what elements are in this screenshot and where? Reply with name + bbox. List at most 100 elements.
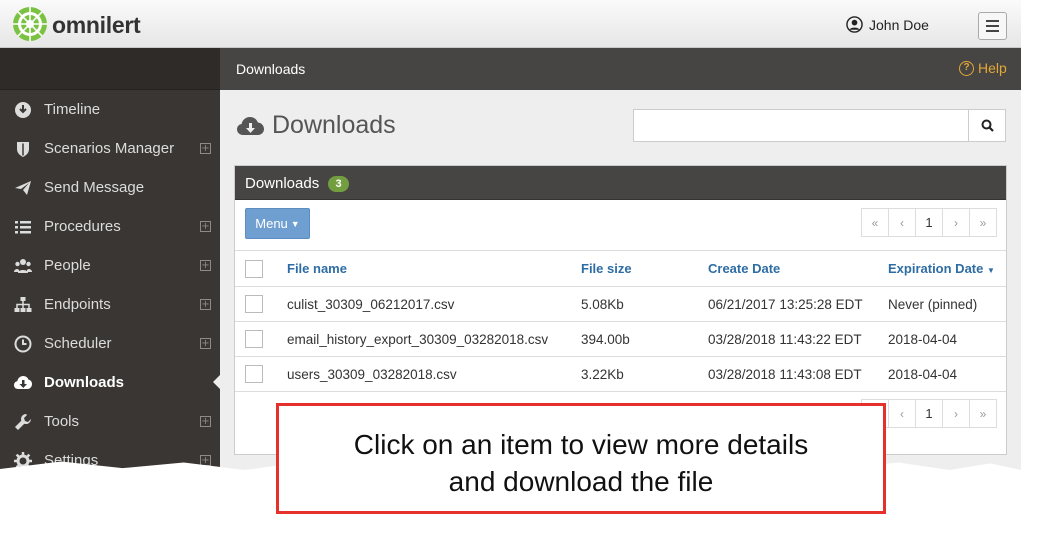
page-title: Downloads — [237, 111, 396, 140]
user-circle-icon — [846, 16, 863, 33]
cell-file-size: 394.00b — [581, 321, 708, 357]
sidebar-item-label: Procedures — [44, 218, 121, 235]
help-link[interactable]: ? Help — [959, 60, 1007, 76]
expand-plus-icon[interactable]: + — [200, 299, 211, 310]
cell-file-name[interactable]: culist_30309_06212017.csv — [287, 286, 581, 322]
sidebar-item-people[interactable]: People + — [0, 246, 220, 285]
first-page-button[interactable]: « — [861, 208, 889, 237]
users-icon — [14, 258, 32, 273]
next-page-button[interactable]: › — [942, 208, 970, 237]
app-window: omnilert John Doe Downloads ? Help Downl… — [0, 0, 1021, 470]
sidebar-item-timeline[interactable]: Timeline — [0, 90, 220, 129]
omnilert-logo-icon — [13, 7, 47, 41]
expand-plus-icon[interactable]: + — [200, 455, 211, 466]
cell-create-date: 03/28/2018 11:43:08 EDT — [708, 356, 888, 392]
sidebar-item-scheduler[interactable]: Scheduler + — [0, 324, 220, 363]
sidebar-item-label: Timeline — [44, 101, 101, 118]
col-create-date[interactable]: Create Date — [708, 250, 888, 287]
cell-create-date: 03/28/2018 11:43:22 EDT — [708, 321, 888, 357]
search-input[interactable] — [633, 109, 969, 142]
sitemap-icon — [14, 296, 32, 312]
row-checkbox[interactable] — [245, 330, 263, 348]
sidebar-item-label: People — [44, 257, 91, 274]
sidebar-item-settings[interactable]: Settings + — [0, 441, 220, 470]
cell-file-name[interactable]: users_30309_03282018.csv — [287, 356, 581, 392]
panel-header: Downloads 3 — [235, 166, 1006, 200]
cell-expiration-date: Never (pinned) — [888, 286, 1006, 322]
current-page[interactable]: 1 — [915, 208, 943, 237]
cell-expiration-date: 2018-04-04 — [888, 321, 1006, 357]
prev-page-button[interactable]: ‹ — [888, 399, 916, 428]
breadcrumb[interactable]: Downloads — [236, 61, 305, 77]
callout-line-2: and download the file — [448, 466, 714, 497]
cell-file-size: 3.22Kb — [581, 356, 708, 392]
callout-line-1: Click on an item to view more details — [353, 429, 809, 460]
cell-expiration-date: 2018-04-04 — [888, 356, 1006, 392]
sidebar-item-endpoints[interactable]: Endpoints + — [0, 285, 220, 324]
col-file-size[interactable]: File size — [581, 250, 708, 287]
col-file-name[interactable]: File name — [287, 250, 581, 287]
expand-plus-icon[interactable]: + — [200, 143, 211, 154]
gear-icon — [14, 451, 32, 470]
menu-label: Menu — [255, 216, 288, 231]
wrench-icon — [15, 413, 31, 430]
sidebar-item-label: Scheduler — [44, 335, 112, 352]
user-name: John Doe — [869, 16, 929, 33]
cell-create-date: 06/21/2017 13:25:28 EDT — [708, 286, 888, 322]
breadcrumb-bar: Downloads ? Help — [220, 48, 1021, 90]
sidebar-item-label: Scenarios Manager — [44, 140, 175, 157]
sidebar-item-label: Downloads — [44, 374, 125, 391]
expand-plus-icon[interactable]: + — [200, 338, 211, 349]
user-menu[interactable]: John Doe — [846, 16, 929, 33]
select-all-checkbox[interactable] — [245, 259, 263, 278]
sidebar-item-downloads[interactable]: Downloads — [0, 363, 220, 402]
panel-title: Downloads — [245, 175, 320, 192]
sort-desc-icon: ▼ — [986, 266, 995, 275]
sidebar-item-label: Endpoints — [44, 296, 111, 313]
sidebar-item-label: Settings — [44, 452, 99, 469]
caret-down-icon: ▼ — [290, 218, 300, 229]
col-expiration-date-label: Expiration Date — [888, 261, 984, 276]
last-page-button[interactable]: » — [969, 208, 997, 237]
pagination-top: « ‹ 1 › » — [861, 208, 997, 237]
page-title-text: Downloads — [272, 111, 396, 139]
last-page-button[interactable]: » — [969, 399, 997, 428]
table-row[interactable]: culist_30309_06212017.csv 5.08Kb 06/21/201… — [235, 286, 1006, 322]
cell-file-size: 5.08Kb — [581, 286, 708, 322]
sidebar-item-send-message[interactable]: Send Message — [0, 168, 220, 207]
row-checkbox[interactable] — [245, 365, 263, 383]
paper-plane-icon — [15, 180, 31, 195]
sidebar-item-tools[interactable]: Tools + — [0, 402, 220, 441]
col-expiration-date[interactable]: Expiration Date ▼ — [888, 250, 1006, 287]
brand-name: omnilert — [52, 12, 141, 38]
sidebar-item-scenarios-manager[interactable]: Scenarios Manager + — [0, 129, 220, 168]
sidebar-header — [0, 48, 220, 90]
expand-plus-icon[interactable]: + — [200, 260, 211, 271]
clock-icon — [14, 335, 32, 352]
clock-down-icon — [15, 101, 31, 118]
expand-plus-icon[interactable]: + — [200, 221, 211, 232]
search-button[interactable] — [968, 109, 1006, 142]
cloud-download-icon — [14, 375, 32, 389]
count-badge: 3 — [328, 176, 349, 192]
cell-file-name[interactable]: email_history_export_30309_03282018.csv — [287, 321, 581, 357]
prev-page-button[interactable]: ‹ — [888, 208, 916, 237]
question-circle-icon: ? — [959, 60, 974, 76]
downloads-table: File name File size Create Date Expirati… — [235, 250, 1006, 392]
hamburger-menu-button[interactable] — [978, 12, 1007, 40]
list-icon — [15, 220, 31, 233]
sidebar-item-label: Tools — [44, 413, 80, 430]
top-bar: omnilert John Doe — [0, 0, 1021, 48]
cloud-download-icon — [237, 116, 264, 135]
table-row[interactable]: users_30309_03282018.csv 3.22Kb 03/28/2018… — [235, 356, 1006, 392]
sidebar-item-procedures[interactable]: Procedures + — [0, 207, 220, 246]
table-row[interactable]: email_history_export_30309_03282018.csv 3… — [235, 321, 1006, 357]
menu-dropdown-button[interactable]: Menu ▼ — [245, 208, 310, 239]
shield-icon — [17, 141, 29, 157]
current-page[interactable]: 1 — [915, 399, 943, 428]
row-checkbox[interactable] — [245, 295, 263, 313]
search-icon — [981, 119, 994, 132]
expand-plus-icon[interactable]: + — [200, 416, 211, 427]
next-page-button[interactable]: › — [942, 399, 970, 428]
callout-box: Click on an item to view more details an… — [276, 403, 886, 514]
